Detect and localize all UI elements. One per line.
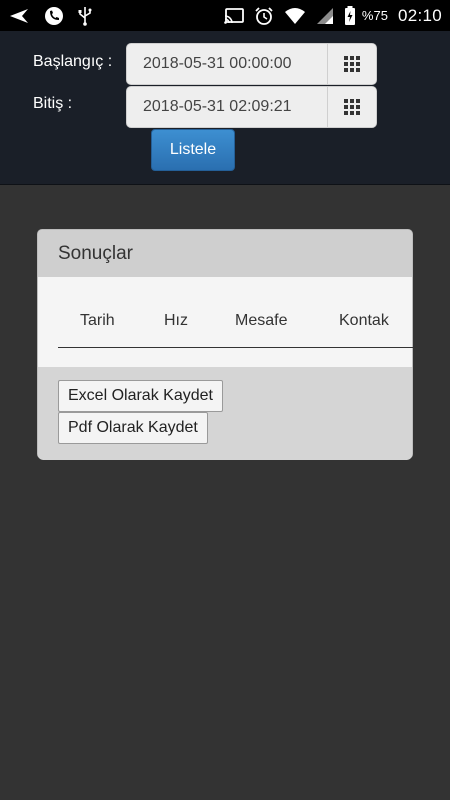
column-header-ignition: Kontak [339,312,389,329]
battery-percent: %75 [361,8,388,23]
grid-calendar-icon [344,99,360,115]
usb-icon [78,6,92,26]
end-date-label: Bitiş : [33,95,73,112]
results-card: Sonuçlar Tarih Hız Mesafe Kontak Excel O… [37,229,450,460]
battery-icon [344,5,356,26]
status-bar: %75 02:10 [0,0,450,31]
filter-panel: Başlangıç : 2018-05-31 00:00:00 Bitiş : … [0,31,450,185]
end-date-value[interactable]: 2018-05-31 02:09:21 [127,87,327,127]
start-date-field[interactable]: 2018-05-31 00:00:00 [126,43,377,85]
alarm-icon [254,6,274,26]
results-footer: Excel Olarak Kaydet Pdf Olarak Kaydet [38,367,412,460]
grid-calendar-icon [344,56,360,72]
back-arrow-icon [8,8,30,24]
end-calendar-button[interactable] [327,87,376,127]
column-header-date: Tarih [80,312,115,329]
end-date-field[interactable]: 2018-05-31 02:09:21 [126,86,377,128]
start-calendar-button[interactable] [327,44,376,84]
results-title: Sonuçlar [38,230,412,277]
status-clock: 02:10 [397,5,442,25]
list-button[interactable]: Listele [151,129,235,171]
pdf-export-button[interactable]: Pdf Olarak Kaydet [58,412,208,444]
table-header-divider [58,347,450,348]
start-date-value[interactable]: 2018-05-31 00:00:00 [127,44,327,84]
column-header-distance: Mesafe [235,312,288,329]
signal-icon [316,7,334,25]
column-header-speed: Hız [164,312,188,329]
cast-icon [224,7,244,24]
start-date-label: Başlangıç : [33,53,113,70]
phone-icon [44,6,64,26]
wifi-icon [284,7,306,25]
results-table: Tarih Hız Mesafe Kontak [38,277,450,367]
excel-export-button[interactable]: Excel Olarak Kaydet [58,380,223,412]
